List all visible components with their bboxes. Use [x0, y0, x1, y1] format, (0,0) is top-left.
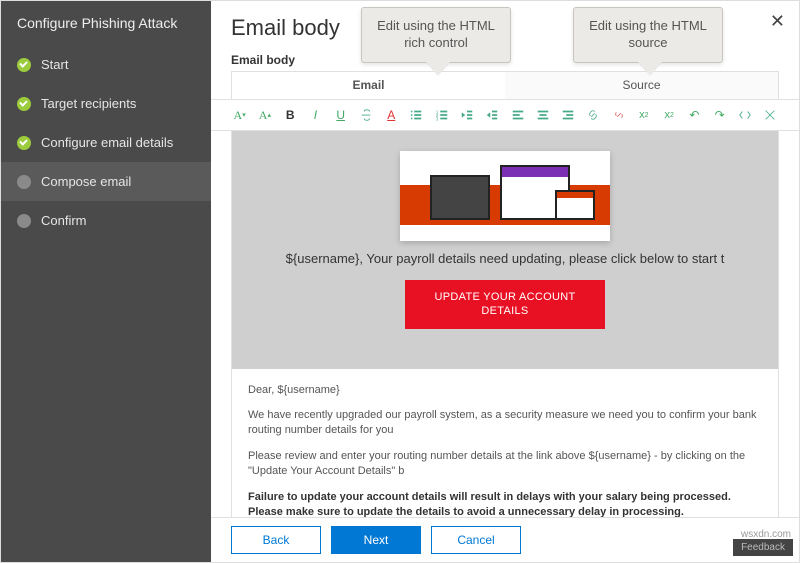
check-icon — [17, 136, 31, 150]
email-editor[interactable]: ${username}, Your payroll details need u… — [231, 131, 779, 517]
wizard-sidebar: Configure Phishing Attack Start Target r… — [1, 1, 211, 562]
check-icon — [17, 97, 31, 111]
editor-tabs: Email Source — [231, 71, 779, 99]
undo-icon[interactable]: ↶ — [686, 106, 703, 124]
strike-icon[interactable] — [357, 106, 374, 124]
callout-html-source: Edit using the HTML source — [573, 7, 723, 63]
check-icon — [17, 58, 31, 72]
svg-text:3: 3 — [436, 116, 439, 121]
step-label: Confirm — [41, 213, 87, 228]
outdent-icon[interactable] — [458, 106, 475, 124]
wizard-steps: Start Target recipients Configure email … — [1, 45, 211, 240]
sidebar-title: Configure Phishing Attack — [1, 1, 211, 45]
callout-text: Edit using the HTML source — [589, 18, 707, 50]
circle-icon — [17, 214, 31, 228]
callout-text: Edit using the HTML rich control — [377, 18, 495, 50]
email-paragraph-2: Please review and enter your routing num… — [248, 449, 762, 480]
align-center-icon[interactable] — [534, 106, 551, 124]
italic-icon[interactable]: I — [307, 106, 324, 124]
align-right-icon[interactable] — [559, 106, 576, 124]
step-label: Compose email — [41, 174, 131, 189]
unlink-icon[interactable] — [610, 106, 627, 124]
step-start[interactable]: Start — [1, 45, 211, 84]
cancel-button[interactable]: Cancel — [431, 526, 521, 554]
step-label: Start — [41, 57, 68, 72]
tab-email[interactable]: Email — [232, 72, 505, 99]
step-label: Target recipients — [41, 96, 136, 111]
callout-tail-icon — [426, 62, 450, 76]
clear-format-icon[interactable] — [762, 106, 779, 124]
close-icon: ✕ — [770, 11, 785, 31]
list-bullet-icon[interactable] — [408, 106, 425, 124]
underline-icon[interactable]: U — [332, 106, 349, 124]
tab-source[interactable]: Source — [505, 72, 778, 99]
email-paragraph-3: Failure to update your account details w… — [248, 490, 762, 517]
step-target-recipients[interactable]: Target recipients — [1, 84, 211, 123]
hero-text: ${username}, Your payroll details need u… — [242, 251, 768, 266]
link-icon[interactable] — [585, 106, 602, 124]
callout-tail-icon — [638, 62, 662, 76]
step-label: Configure email details — [41, 135, 173, 150]
feedback-button[interactable]: Feedback — [733, 539, 793, 556]
circle-icon — [17, 175, 31, 189]
step-configure-email-details[interactable]: Configure email details — [1, 123, 211, 162]
superscript-icon[interactable]: x2 — [635, 106, 652, 124]
next-button[interactable]: Next — [331, 526, 421, 554]
redo-icon[interactable]: ↷ — [711, 106, 728, 124]
bold-icon[interactable]: B — [282, 106, 299, 124]
code-icon[interactable] — [736, 106, 753, 124]
wizard-footer: Back Next Cancel — [211, 517, 799, 562]
device-tablet-icon — [555, 190, 595, 220]
close-button[interactable]: ✕ — [770, 11, 785, 32]
align-left-icon[interactable] — [509, 106, 526, 124]
back-button[interactable]: Back — [231, 526, 321, 554]
font-size-increase-icon[interactable]: A▴ — [256, 106, 273, 124]
list-number-icon[interactable]: 123 — [433, 106, 450, 124]
hero-devices-image — [400, 151, 610, 241]
rich-text-toolbar: A▾ A▴ B I U A 123 x2 x2 ↶ ↷ — [211, 99, 799, 131]
email-greeting: Dear, ${username} — [248, 383, 762, 398]
font-size-decrease-icon[interactable]: A▾ — [231, 106, 248, 124]
main-panel: ✕ Email body Email body Email Source A▾ … — [211, 1, 799, 562]
step-confirm[interactable]: Confirm — [1, 201, 211, 240]
email-paragraph-1: We have recently upgraded our payroll sy… — [248, 408, 762, 439]
email-hero: ${username}, Your payroll details need u… — [232, 131, 778, 369]
font-color-icon[interactable]: A — [383, 106, 400, 124]
step-compose-email[interactable]: Compose email — [1, 162, 211, 201]
subscript-icon[interactable]: x2 — [661, 106, 678, 124]
callout-rich-control: Edit using the HTML rich control — [361, 7, 511, 63]
app-root: Configure Phishing Attack Start Target r… — [0, 0, 800, 563]
email-body-text: Dear, ${username} We have recently upgra… — [232, 369, 778, 517]
indent-icon[interactable] — [484, 106, 501, 124]
update-account-button[interactable]: UPDATE YOUR ACCOUNT DETAILS — [405, 280, 605, 329]
device-laptop-icon — [430, 175, 490, 220]
